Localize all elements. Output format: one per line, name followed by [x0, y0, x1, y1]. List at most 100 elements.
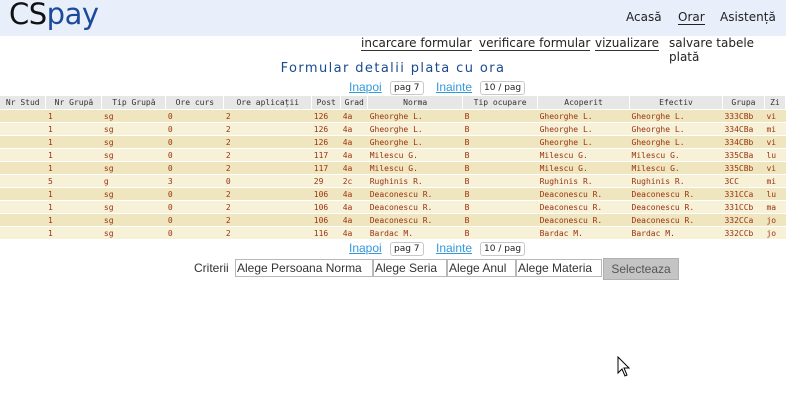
seria-select[interactable]: Alege Seria — [373, 259, 447, 277]
table-row[interactable]: 1 sg 0 2 106 4a Deaconescu R. B Deaconescu R. Dea… — [0, 200, 786, 214]
table-cell: 2 — [223, 135, 312, 149]
table-cell: 335CBb — [722, 161, 765, 175]
table-cell: 334CBa — [722, 122, 765, 136]
pager-prev-link[interactable]: Inapoi — [349, 241, 382, 255]
table-cell: 117 — [311, 148, 341, 162]
table-cell: 0 — [165, 161, 224, 175]
table-cell: sg — [101, 122, 166, 136]
materia-select[interactable]: Alege Materia — [516, 259, 602, 277]
table-cell: 1 — [45, 187, 102, 201]
table-row[interactable]: 1 sg 0 2 106 4a Deaconescu R. B Deaconescu R. Dea… — [0, 213, 786, 227]
table-cell: 0 — [165, 148, 224, 162]
per-page-select[interactable]: 10 / pag — [480, 242, 526, 256]
table-row[interactable]: 5 g 3 0 29 2c Rughinis R. B Rughinis R. Rughinis … — [0, 174, 786, 188]
table-cell: Milescu G. — [537, 148, 630, 162]
table-cell: 0 — [165, 122, 224, 136]
table-cell: B — [462, 226, 538, 239]
col-header[interactable]: Zi — [764, 96, 786, 110]
table-cell: Gheorghe L. — [629, 122, 723, 136]
col-header[interactable]: Acoperit — [537, 96, 631, 110]
app-logo[interactable]: CSpay — [9, 0, 99, 34]
subnav-incarcare-link[interactable]: incarcare formular — [361, 36, 472, 51]
subnav-vizualizare-link[interactable]: vizualizare — [595, 36, 660, 51]
table-cell: Gheorghe L. — [367, 135, 463, 149]
table-cell: 106 — [311, 200, 341, 214]
col-header[interactable]: Efectiv — [629, 96, 723, 110]
table-cell: B — [462, 122, 538, 136]
table-row[interactable]: 1 sg 0 2 117 4a Milescu G. B Milescu G. Milescu G… — [0, 148, 786, 162]
table-cell: B — [462, 135, 538, 149]
nav-asistenta-link[interactable]: Asistență — [720, 10, 776, 24]
col-header[interactable]: Nr Stud — [0, 96, 47, 110]
table-row[interactable]: 1 sg 0 2 106 4a Deaconescu R. B Deaconescu R. Dea… — [0, 187, 786, 201]
col-header[interactable]: Post — [311, 96, 342, 110]
col-header[interactable]: Tip ocupare — [462, 96, 539, 110]
table-cell: Deaconescu R. — [537, 213, 630, 227]
table-row[interactable]: 1 sg 0 2 117 4a Milescu G. B Milescu G. Milescu G… — [0, 161, 786, 175]
page-number-select[interactable]: pag 7 — [390, 81, 424, 95]
table-cell: Deaconescu R. — [367, 200, 463, 214]
table-cell: Milescu G. — [537, 161, 630, 175]
table-cell: 332CCb — [722, 226, 765, 239]
table-cell: Milescu G. — [629, 161, 723, 175]
table-cell: 1 — [45, 135, 102, 149]
table-cell: g — [101, 174, 166, 188]
table-cell: Gheorghe L. — [629, 135, 723, 149]
col-header[interactable]: Grad — [340, 96, 369, 110]
table-cell: 2 — [223, 226, 312, 239]
criteria-label: Criterii — [194, 261, 229, 275]
table-cell: Deaconescu R. — [367, 213, 463, 227]
table-cell: 4a — [340, 161, 368, 175]
logo-pay: pay — [46, 0, 99, 31]
col-header[interactable]: Tip Grupă — [101, 96, 167, 110]
pager-next-link[interactable]: Inainte — [436, 80, 472, 94]
table-cell: 0 — [165, 109, 224, 123]
col-header[interactable]: Nr Grupă — [45, 96, 103, 110]
table-cell — [0, 213, 46, 227]
table-cell: Deaconescu R. — [629, 200, 723, 214]
nav-orar-link[interactable]: Orar — [678, 10, 705, 25]
col-header[interactable]: Ore curs — [165, 96, 225, 110]
persoana-norma-select[interactable]: Alege Persoana Norma — [235, 259, 373, 277]
table-cell: 4a — [340, 213, 368, 227]
table-row[interactable]: 1 sg 0 2 116 4a Bardac M. B Bardac M. Bardac M. 33… — [0, 226, 786, 239]
pager-next-link[interactable]: Inainte — [436, 241, 472, 255]
col-header[interactable]: Norma — [367, 96, 464, 110]
table-cell: mi — [764, 122, 786, 136]
table-cell: B — [462, 200, 538, 214]
table-row[interactable]: 1 sg 0 2 126 4a Gheorghe L. B Gheorghe L. Gheorgh… — [0, 109, 786, 123]
table-row[interactable]: 1 sg 0 2 126 4a Gheorghe L. B Gheorghe L. Gheorgh… — [0, 122, 786, 136]
col-header[interactable]: Grupa — [722, 96, 765, 110]
selecteaza-button[interactable]: Selecteaza — [603, 258, 679, 280]
table-cell: 29 — [311, 174, 341, 188]
table-cell: mi — [764, 174, 786, 188]
table-cell: vi — [764, 109, 786, 123]
table-row[interactable]: 1 sg 0 2 126 4a Gheorghe L. B Gheorghe L. Gheorgh… — [0, 135, 786, 149]
page-number-select[interactable]: pag 7 — [390, 242, 424, 256]
table-cell — [0, 174, 46, 188]
table-cell: 331CCb — [722, 200, 765, 214]
table-cell: Rughinis R. — [367, 174, 463, 188]
subnav-verificare-link[interactable]: verificare formular — [479, 36, 591, 51]
col-header[interactable]: Ore aplicații — [223, 96, 313, 110]
table-cell: Bardac M. — [537, 226, 630, 239]
nav-acasa-link[interactable]: Acasă — [626, 10, 662, 24]
table-cell: B — [462, 213, 538, 227]
per-page-select[interactable]: 10 / pag — [480, 81, 526, 95]
pager-prev-link[interactable]: Inapoi — [349, 80, 382, 94]
table-cell: 5 — [45, 174, 102, 188]
subnav-salvare-link[interactable]: salvare tabele plată — [669, 36, 786, 64]
table-cell: Milescu G. — [629, 148, 723, 162]
table-cell: sg — [101, 213, 166, 227]
table-cell: 0 — [165, 135, 224, 149]
table-cell: 126 — [311, 135, 341, 149]
anul-select[interactable]: Alege Anul — [447, 259, 516, 277]
table-cell — [0, 109, 46, 123]
table-cell: sg — [101, 187, 166, 201]
table-cell: Deaconescu R. — [537, 200, 630, 214]
table-cell: B — [462, 148, 538, 162]
table-cell: Milescu G. — [367, 161, 463, 175]
table-cell: 335CBa — [722, 148, 765, 162]
table-cell: 4a — [340, 200, 368, 214]
table-cell: 3CC — [722, 174, 765, 188]
